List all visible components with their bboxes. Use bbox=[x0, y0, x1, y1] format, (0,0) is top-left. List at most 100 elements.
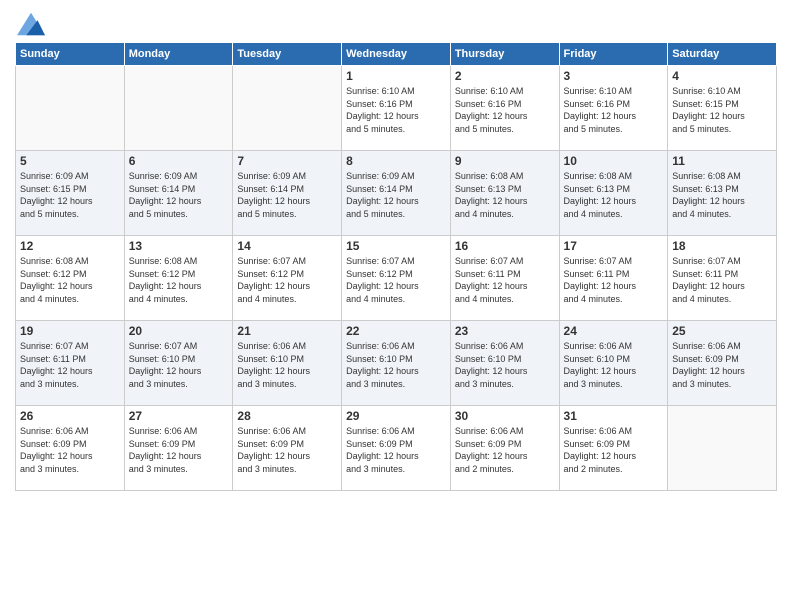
day-number: 10 bbox=[564, 154, 664, 168]
day-number: 22 bbox=[346, 324, 446, 338]
day-info: Sunrise: 6:06 AM Sunset: 6:09 PM Dayligh… bbox=[346, 425, 446, 475]
calendar-cell: 1 Sunrise: 6:10 AM Sunset: 6:16 PM Daylig… bbox=[342, 66, 451, 151]
calendar-cell: 30 Sunrise: 6:06 AM Sunset: 6:09 PM Dayli… bbox=[450, 406, 559, 491]
day-info: Sunrise: 6:10 AM Sunset: 6:16 PM Dayligh… bbox=[346, 85, 446, 135]
calendar-week-row: 12 Sunrise: 6:08 AM Sunset: 6:12 PM Dayli… bbox=[16, 236, 777, 321]
day-info: Sunrise: 6:06 AM Sunset: 6:09 PM Dayligh… bbox=[672, 340, 772, 390]
calendar-cell: 27 Sunrise: 6:06 AM Sunset: 6:09 PM Dayli… bbox=[124, 406, 233, 491]
calendar-week-row: 26 Sunrise: 6:06 AM Sunset: 6:09 PM Dayli… bbox=[16, 406, 777, 491]
day-info: Sunrise: 6:06 AM Sunset: 6:10 PM Dayligh… bbox=[237, 340, 337, 390]
calendar-cell: 3 Sunrise: 6:10 AM Sunset: 6:16 PM Daylig… bbox=[559, 66, 668, 151]
day-info: Sunrise: 6:09 AM Sunset: 6:14 PM Dayligh… bbox=[129, 170, 229, 220]
calendar-cell: 15 Sunrise: 6:07 AM Sunset: 6:12 PM Dayli… bbox=[342, 236, 451, 321]
day-of-week-header: Friday bbox=[559, 43, 668, 66]
day-number: 6 bbox=[129, 154, 229, 168]
calendar-cell: 12 Sunrise: 6:08 AM Sunset: 6:12 PM Dayli… bbox=[16, 236, 125, 321]
day-number: 14 bbox=[237, 239, 337, 253]
calendar-week-row: 1 Sunrise: 6:10 AM Sunset: 6:16 PM Daylig… bbox=[16, 66, 777, 151]
day-info: Sunrise: 6:08 AM Sunset: 6:12 PM Dayligh… bbox=[20, 255, 120, 305]
calendar-cell: 22 Sunrise: 6:06 AM Sunset: 6:10 PM Dayli… bbox=[342, 321, 451, 406]
day-info: Sunrise: 6:08 AM Sunset: 6:13 PM Dayligh… bbox=[672, 170, 772, 220]
day-info: Sunrise: 6:06 AM Sunset: 6:10 PM Dayligh… bbox=[564, 340, 664, 390]
day-info: Sunrise: 6:06 AM Sunset: 6:09 PM Dayligh… bbox=[455, 425, 555, 475]
day-info: Sunrise: 6:10 AM Sunset: 6:16 PM Dayligh… bbox=[564, 85, 664, 135]
day-info: Sunrise: 6:08 AM Sunset: 6:13 PM Dayligh… bbox=[455, 170, 555, 220]
day-of-week-header: Wednesday bbox=[342, 43, 451, 66]
day-info: Sunrise: 6:07 AM Sunset: 6:10 PM Dayligh… bbox=[129, 340, 229, 390]
calendar-cell: 2Sunrise: 6:10 AM Sunset: 6:16 PM Daylig… bbox=[450, 66, 559, 151]
calendar-cell: 10 Sunrise: 6:08 AM Sunset: 6:13 PM Dayli… bbox=[559, 151, 668, 236]
day-info: Sunrise: 6:07 AM Sunset: 6:11 PM Dayligh… bbox=[455, 255, 555, 305]
day-number: 19 bbox=[20, 324, 120, 338]
day-info: Sunrise: 6:06 AM Sunset: 6:09 PM Dayligh… bbox=[564, 425, 664, 475]
day-number: 1 bbox=[346, 69, 446, 83]
calendar-week-row: 5Sunrise: 6:09 AM Sunset: 6:15 PM Daylig… bbox=[16, 151, 777, 236]
day-info: Sunrise: 6:09 AM Sunset: 6:14 PM Dayligh… bbox=[237, 170, 337, 220]
day-info: Sunrise: 6:06 AM Sunset: 6:09 PM Dayligh… bbox=[20, 425, 120, 475]
calendar-cell: 21 Sunrise: 6:06 AM Sunset: 6:10 PM Dayli… bbox=[233, 321, 342, 406]
calendar-cell: 17Sunrise: 6:07 AM Sunset: 6:11 PM Dayli… bbox=[559, 236, 668, 321]
day-number: 28 bbox=[237, 409, 337, 423]
day-number: 7 bbox=[237, 154, 337, 168]
calendar-cell: 14Sunrise: 6:07 AM Sunset: 6:12 PM Dayli… bbox=[233, 236, 342, 321]
calendar-cell: 31Sunrise: 6:06 AM Sunset: 6:09 PM Dayli… bbox=[559, 406, 668, 491]
day-number: 12 bbox=[20, 239, 120, 253]
calendar-cell: 29 Sunrise: 6:06 AM Sunset: 6:09 PM Dayli… bbox=[342, 406, 451, 491]
day-info: Sunrise: 6:07 AM Sunset: 6:11 PM Dayligh… bbox=[564, 255, 664, 305]
day-number: 25 bbox=[672, 324, 772, 338]
calendar: SundayMondayTuesdayWednesdayThursdayFrid… bbox=[15, 42, 777, 491]
calendar-cell bbox=[668, 406, 777, 491]
day-info: Sunrise: 6:06 AM Sunset: 6:10 PM Dayligh… bbox=[455, 340, 555, 390]
day-number: 2 bbox=[455, 69, 555, 83]
logo-icon bbox=[17, 12, 45, 36]
calendar-week-row: 19 Sunrise: 6:07 AM Sunset: 6:11 PM Dayli… bbox=[16, 321, 777, 406]
calendar-cell: 8 Sunrise: 6:09 AM Sunset: 6:14 PM Daylig… bbox=[342, 151, 451, 236]
calendar-cell bbox=[233, 66, 342, 151]
calendar-cell bbox=[16, 66, 125, 151]
day-of-week-header: Thursday bbox=[450, 43, 559, 66]
calendar-cell: 16Sunrise: 6:07 AM Sunset: 6:11 PM Dayli… bbox=[450, 236, 559, 321]
day-of-week-header: Monday bbox=[124, 43, 233, 66]
day-number: 3 bbox=[564, 69, 664, 83]
day-number: 21 bbox=[237, 324, 337, 338]
calendar-cell: 18 Sunrise: 6:07 AM Sunset: 6:11 PM Dayli… bbox=[668, 236, 777, 321]
day-info: Sunrise: 6:07 AM Sunset: 6:11 PM Dayligh… bbox=[672, 255, 772, 305]
day-info: Sunrise: 6:06 AM Sunset: 6:09 PM Dayligh… bbox=[129, 425, 229, 475]
day-of-week-header: Sunday bbox=[16, 43, 125, 66]
calendar-cell: 26 Sunrise: 6:06 AM Sunset: 6:09 PM Dayli… bbox=[16, 406, 125, 491]
calendar-cell: 5Sunrise: 6:09 AM Sunset: 6:15 PM Daylig… bbox=[16, 151, 125, 236]
day-info: Sunrise: 6:07 AM Sunset: 6:12 PM Dayligh… bbox=[346, 255, 446, 305]
day-number: 26 bbox=[20, 409, 120, 423]
day-number: 30 bbox=[455, 409, 555, 423]
day-info: Sunrise: 6:07 AM Sunset: 6:11 PM Dayligh… bbox=[20, 340, 120, 390]
day-info: Sunrise: 6:08 AM Sunset: 6:12 PM Dayligh… bbox=[129, 255, 229, 305]
day-info: Sunrise: 6:06 AM Sunset: 6:10 PM Dayligh… bbox=[346, 340, 446, 390]
calendar-cell: 20Sunrise: 6:07 AM Sunset: 6:10 PM Dayli… bbox=[124, 321, 233, 406]
day-number: 24 bbox=[564, 324, 664, 338]
day-number: 8 bbox=[346, 154, 446, 168]
calendar-cell: 7 Sunrise: 6:09 AM Sunset: 6:14 PM Daylig… bbox=[233, 151, 342, 236]
day-of-week-header: Tuesday bbox=[233, 43, 342, 66]
day-number: 27 bbox=[129, 409, 229, 423]
day-of-week-header: Saturday bbox=[668, 43, 777, 66]
day-info: Sunrise: 6:06 AM Sunset: 6:09 PM Dayligh… bbox=[237, 425, 337, 475]
calendar-cell: 23Sunrise: 6:06 AM Sunset: 6:10 PM Dayli… bbox=[450, 321, 559, 406]
day-number: 15 bbox=[346, 239, 446, 253]
day-number: 13 bbox=[129, 239, 229, 253]
day-number: 18 bbox=[672, 239, 772, 253]
day-info: Sunrise: 6:10 AM Sunset: 6:15 PM Dayligh… bbox=[672, 85, 772, 135]
day-number: 11 bbox=[672, 154, 772, 168]
page: SundayMondayTuesdayWednesdayThursdayFrid… bbox=[0, 0, 792, 612]
calendar-cell: 28 Sunrise: 6:06 AM Sunset: 6:09 PM Dayli… bbox=[233, 406, 342, 491]
calendar-cell: 19 Sunrise: 6:07 AM Sunset: 6:11 PM Dayli… bbox=[16, 321, 125, 406]
calendar-cell: 24 Sunrise: 6:06 AM Sunset: 6:10 PM Dayli… bbox=[559, 321, 668, 406]
calendar-cell: 13 Sunrise: 6:08 AM Sunset: 6:12 PM Dayli… bbox=[124, 236, 233, 321]
calendar-cell: 6 Sunrise: 6:09 AM Sunset: 6:14 PM Daylig… bbox=[124, 151, 233, 236]
day-number: 4 bbox=[672, 69, 772, 83]
day-info: Sunrise: 6:08 AM Sunset: 6:13 PM Dayligh… bbox=[564, 170, 664, 220]
day-info: Sunrise: 6:09 AM Sunset: 6:14 PM Dayligh… bbox=[346, 170, 446, 220]
calendar-cell bbox=[124, 66, 233, 151]
day-number: 29 bbox=[346, 409, 446, 423]
logo bbox=[15, 14, 45, 34]
day-number: 9 bbox=[455, 154, 555, 168]
